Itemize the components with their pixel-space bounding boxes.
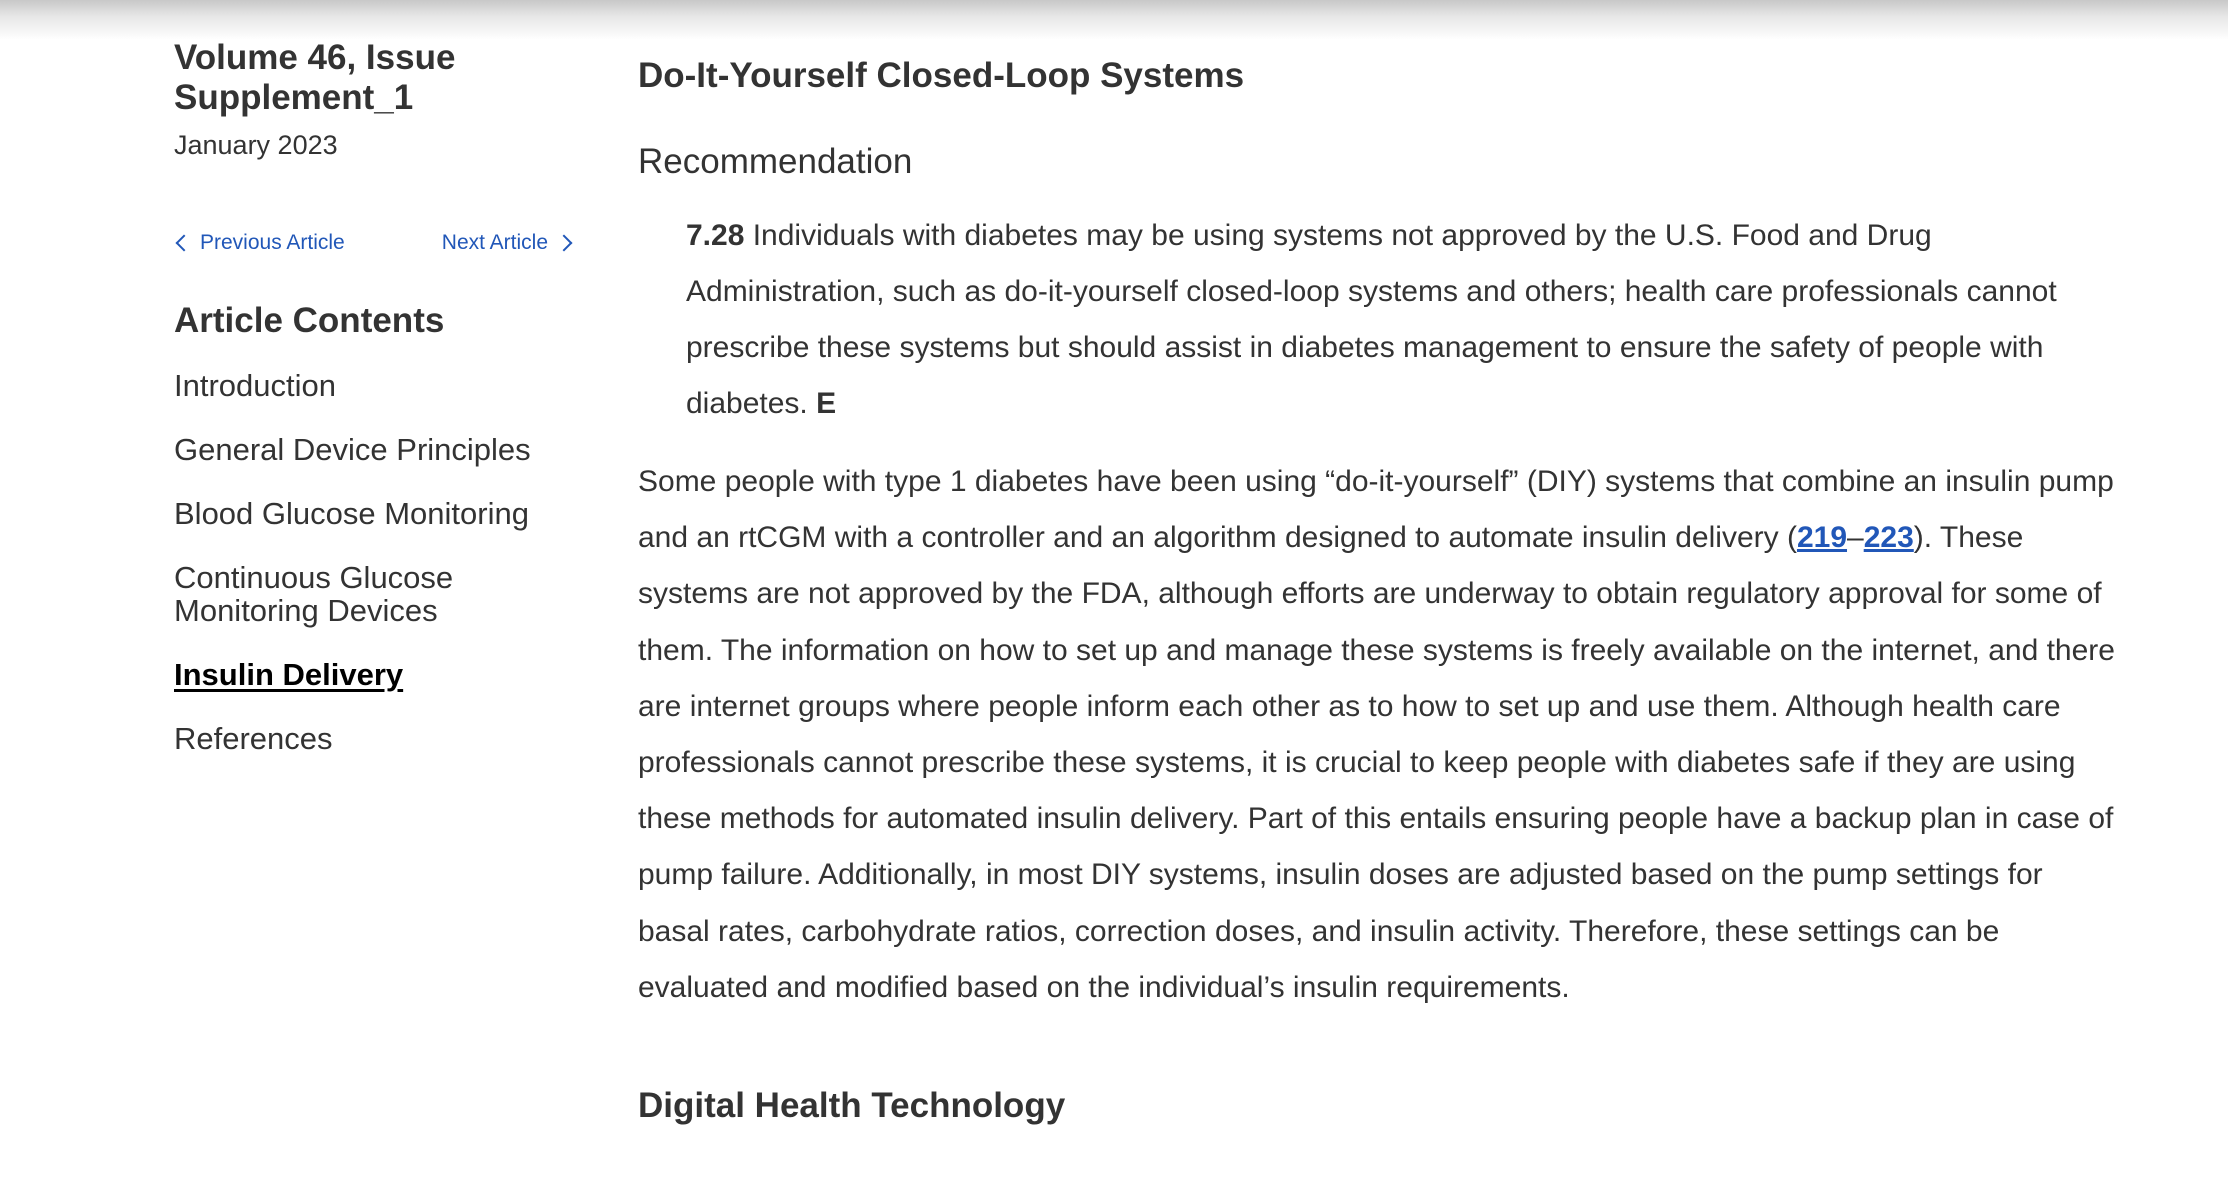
- top-scroll-shadow: [0, 0, 2228, 40]
- contents-item-references[interactable]: References: [174, 722, 594, 755]
- contents-item-general-device-principles[interactable]: General Device Principles: [174, 433, 594, 466]
- body-paragraph: Some people with type 1 diabetes have be…: [638, 454, 2118, 1016]
- issue-date: January 2023: [174, 130, 338, 160]
- contents-item-cgm-devices[interactable]: Continuous Glucose Monitoring Devices: [174, 561, 504, 627]
- reference-link-223[interactable]: 223: [1864, 521, 1914, 554]
- issue-title-line1: Volume 46, Issue: [174, 38, 456, 77]
- reference-dash: –: [1847, 521, 1864, 555]
- previous-article-link[interactable]: Previous Article: [174, 231, 345, 255]
- issue-title-line2: Supplement_1: [174, 78, 414, 117]
- article-main: Do-It-Yourself Closed-Loop Systems Recom…: [638, 56, 2118, 1161]
- article-contents-list: Introduction General Device Principles B…: [174, 369, 594, 755]
- reference-link-219[interactable]: 219: [1797, 521, 1847, 554]
- next-section-title: Digital Health Technology: [638, 1086, 1066, 1126]
- recommendation-block: 7.28 Individuals with diabetes may be us…: [686, 208, 2086, 432]
- paragraph-text-part2: ). These systems are not approved by the…: [638, 521, 2115, 1004]
- section-title: Do-It-Yourself Closed-Loop Systems: [638, 56, 1245, 95]
- next-article-link[interactable]: Next Article: [442, 231, 574, 255]
- recommendation-number: 7.28: [686, 219, 745, 252]
- previous-article-label: Previous Article: [200, 231, 345, 254]
- evidence-grade: E: [816, 387, 837, 420]
- article-contents-title: Article Contents: [174, 301, 445, 340]
- chevron-right-icon: [555, 234, 573, 252]
- issue-title: Volume 46, Issue Supplement_1: [174, 38, 594, 118]
- recommendation-text: Individuals with diabetes may be using s…: [686, 219, 2057, 420]
- next-article-label: Next Article: [441, 231, 548, 254]
- sidebar: Volume 46, Issue Supplement_1 January 20…: [174, 38, 594, 786]
- contents-item-insulin-delivery[interactable]: Insulin Delivery: [174, 658, 594, 691]
- chevron-left-icon: [175, 234, 193, 252]
- recommendation-label: Recommendation: [638, 142, 913, 181]
- contents-item-introduction[interactable]: Introduction: [174, 369, 594, 402]
- contents-item-cgm-label: Continuous Glucose Monitoring Devices: [174, 560, 454, 628]
- article-nav: Previous Article Next Article: [174, 231, 574, 255]
- contents-item-blood-glucose-monitoring[interactable]: Blood Glucose Monitoring: [174, 497, 594, 530]
